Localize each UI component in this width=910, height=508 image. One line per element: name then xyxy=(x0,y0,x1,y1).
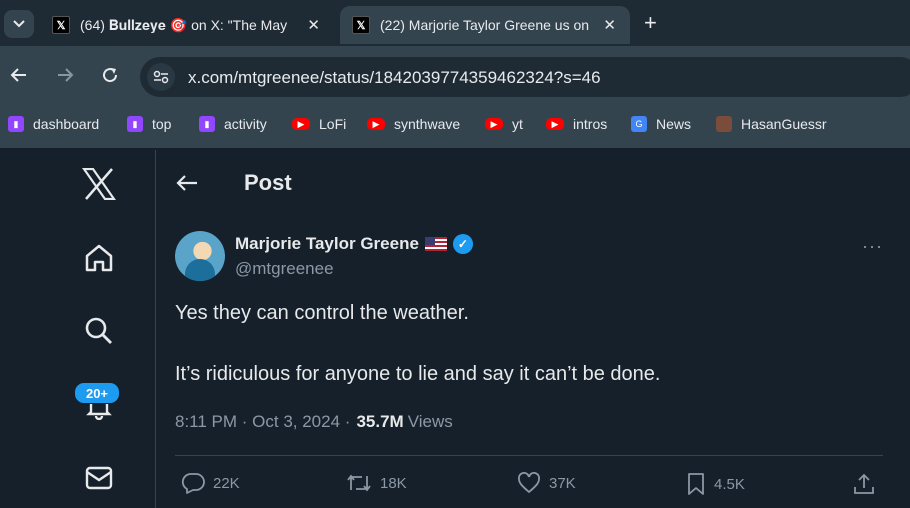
post-text-line-2: It’s ridiculous for anyone to lie and sa… xyxy=(175,363,661,385)
tune-icon xyxy=(153,70,169,84)
repost-button[interactable]: 18K xyxy=(346,472,407,494)
post-text-line-1: Yes they can control the weather. xyxy=(175,302,469,324)
share-icon xyxy=(854,473,874,494)
views-label: Views xyxy=(407,412,453,431)
reply-icon xyxy=(181,473,205,494)
post-timestamp[interactable]: 8:11 PM · Oct 3, 2024 · xyxy=(175,412,350,432)
notifications-badge: 20+ xyxy=(74,382,120,404)
bookmark-button[interactable]: 4.5K xyxy=(686,472,745,496)
youtube-icon: ▶ xyxy=(292,118,310,130)
repost-icon xyxy=(347,474,371,492)
us-flag-icon xyxy=(424,237,447,251)
bookmark-label: intros xyxy=(573,116,608,132)
author-name[interactable]: Marjorie Taylor Greene ✓ xyxy=(235,234,473,254)
bookmark-yt[interactable]: ▶ yt xyxy=(485,116,523,132)
views-count: 35.7M xyxy=(356,412,404,431)
author-name-text: Marjorie Taylor Greene xyxy=(235,234,419,253)
home-icon[interactable] xyxy=(84,243,114,273)
x-logo-icon: 𝕏 xyxy=(52,16,70,34)
repost-count: 18K xyxy=(380,474,407,492)
bookmark-icon xyxy=(688,473,704,495)
search-shape xyxy=(85,317,112,344)
close-tab-icon[interactable]: ✕ xyxy=(603,16,616,34)
bookmark-label: HasanGuessr xyxy=(741,116,827,132)
reload-button[interactable] xyxy=(101,66,119,89)
envelope-shape xyxy=(85,466,113,490)
reply-button[interactable]: 22K xyxy=(181,472,240,494)
reply-count: 22K xyxy=(213,474,240,492)
chevron-down-icon xyxy=(13,20,25,28)
heart-icon xyxy=(518,472,540,494)
bookmark-label: LoFi xyxy=(319,116,347,132)
bookmark-label: synthwave xyxy=(394,116,461,132)
url-text[interactable]: x.com/mtgreenee/status/18420397743594623… xyxy=(188,68,601,88)
x-logo-icon[interactable] xyxy=(82,168,116,200)
divider xyxy=(175,455,883,456)
youtube-icon: ▶ xyxy=(546,118,564,130)
twitch-icon: ▮ xyxy=(199,116,215,132)
close-tab-icon[interactable]: ✕ xyxy=(307,16,320,34)
share-button[interactable] xyxy=(852,472,884,496)
youtube-icon: ▶ xyxy=(367,118,385,130)
browser-tab-2[interactable]: 𝕏 (22) Marjorie Taylor Greene us on ✕ xyxy=(340,6,630,44)
site-settings-icon[interactable] xyxy=(147,63,175,91)
twitch-icon: ▮ xyxy=(127,116,143,132)
arrow-right-icon xyxy=(58,68,74,82)
like-button[interactable]: 37K xyxy=(517,472,576,494)
bookmark-dashboard[interactable]: ▮ dashboard xyxy=(8,116,99,132)
bookmark-label: News xyxy=(656,116,692,132)
x-logo-icon: 𝕏 xyxy=(352,16,370,34)
like-count: 37K xyxy=(549,474,576,492)
home-shape xyxy=(85,244,113,272)
back-button[interactable] xyxy=(10,66,28,89)
verified-badge-icon: ✓ xyxy=(452,234,473,254)
forward-button[interactable] xyxy=(56,66,74,89)
author-handle[interactable]: @mtgreenee xyxy=(235,259,334,279)
messages-icon[interactable] xyxy=(85,466,113,490)
bookmark-synthwave[interactable]: ▶ synthwave xyxy=(367,116,460,132)
more-options-icon[interactable]: ··· xyxy=(862,236,883,257)
x-logo-shape xyxy=(82,168,116,200)
tab-search-button[interactable] xyxy=(4,10,34,38)
tab-title: (64) 𝐁𝐮𝐥𝐥𝐳𝐞𝐲𝐞 🎯 on X: "The May xyxy=(80,16,288,33)
post-meta: 8:11 PM · Oct 3, 2024 · 35.7M Views xyxy=(175,412,453,432)
bookmark-activity[interactable]: ▮ activity xyxy=(199,116,267,132)
search-icon[interactable] xyxy=(84,316,114,346)
arrow-left-icon xyxy=(10,68,26,82)
arrow-left-shape xyxy=(176,175,197,191)
browser-tab-1[interactable]: 𝕏 (64) 𝐁𝐮𝐥𝐥𝐳𝐞𝐲𝐞 🎯 on X: "The May ✕ xyxy=(40,6,334,44)
avatar[interactable] xyxy=(175,231,225,281)
bookmark-label: activity xyxy=(224,116,267,132)
x-sidebar xyxy=(0,150,156,508)
tab-title: (22) Marjorie Taylor Greene us on xyxy=(380,17,590,33)
bookmark-label: dashboard xyxy=(33,116,100,132)
google-news-icon: G xyxy=(631,116,647,132)
bookmark-top[interactable]: ▮ top xyxy=(127,116,171,132)
bookmark-count: 4.5K xyxy=(714,475,745,493)
youtube-icon: ▶ xyxy=(485,118,503,130)
bookmark-lofi[interactable]: ▶ LoFi xyxy=(292,116,346,132)
bookmark-intros[interactable]: ▶ intros xyxy=(546,116,607,132)
reload-icon xyxy=(103,68,118,83)
new-tab-button[interactable]: + xyxy=(644,12,657,34)
page-title: Post xyxy=(244,170,292,195)
bookmark-label: top xyxy=(152,116,172,132)
bookmark-hasanguessr[interactable]: HasanGuessr xyxy=(716,116,827,132)
back-arrow-icon[interactable] xyxy=(176,172,198,198)
bookmark-news[interactable]: G News xyxy=(631,116,691,132)
hasanguessr-icon xyxy=(716,116,732,132)
bookmark-label: yt xyxy=(512,116,523,132)
twitch-icon: ▮ xyxy=(8,116,24,132)
